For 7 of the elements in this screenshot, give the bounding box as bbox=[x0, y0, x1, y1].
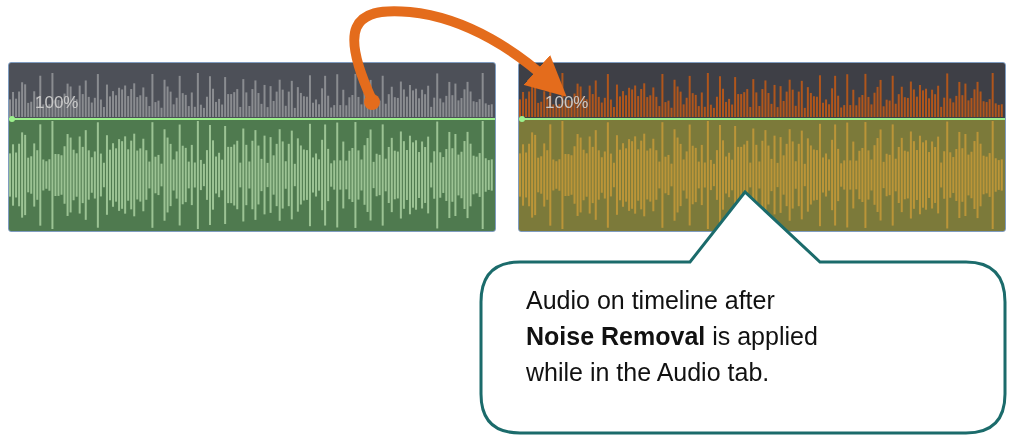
callout-text: Audio on timeline after Noise Removal is applied while in the Audio tab. bbox=[526, 285, 818, 388]
volume-line[interactable] bbox=[519, 116, 1005, 122]
audio-clip[interactable]: 100% bbox=[8, 62, 496, 232]
audio-clip[interactable]: 100% bbox=[518, 62, 1006, 232]
volume-line[interactable] bbox=[9, 116, 495, 122]
volume-label: 100% bbox=[35, 93, 79, 113]
volume-label: 100% bbox=[545, 93, 589, 113]
